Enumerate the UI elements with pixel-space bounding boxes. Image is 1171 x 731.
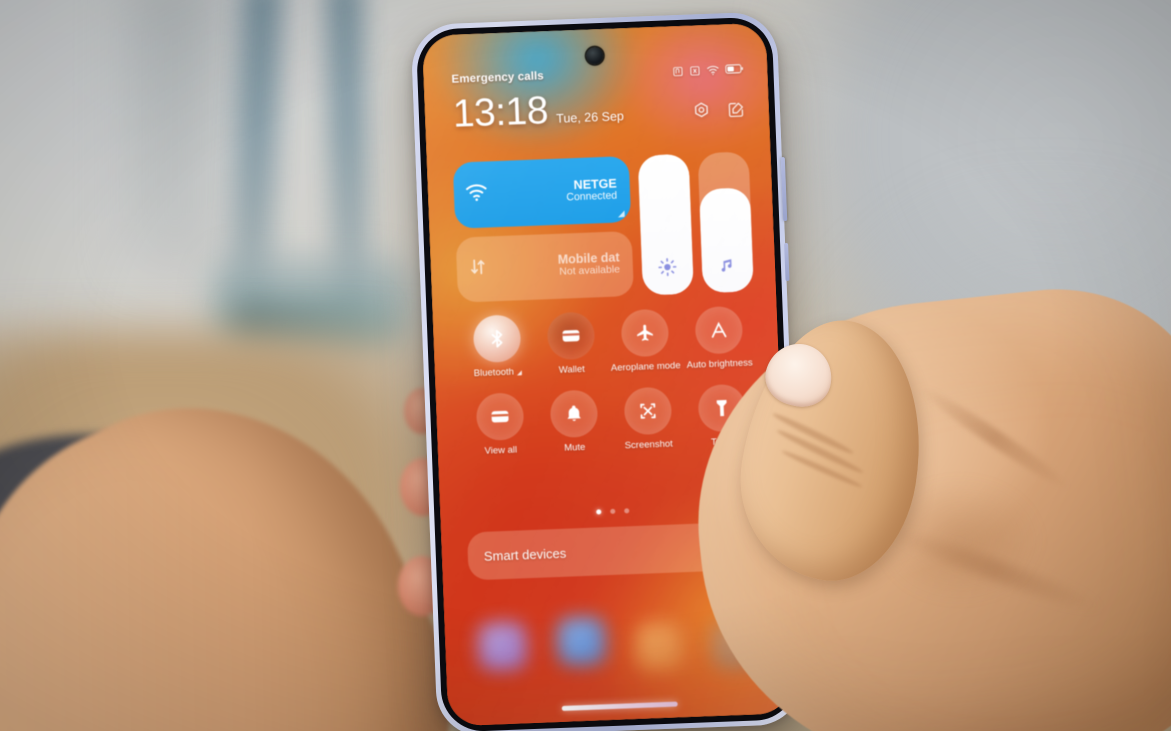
toggle-view-all-label: View all <box>484 444 518 457</box>
wifi-icon <box>465 182 489 207</box>
expand-arrow-icon[interactable] <box>516 370 523 376</box>
toggle-aeroplane-label: Aeroplane mode <box>610 360 681 375</box>
tile-mobile-data-text: Mobile dat Not available <box>496 251 622 282</box>
toggle-screenshot[interactable]: Screenshot <box>610 386 686 453</box>
toggle-label-text: Auto brightness <box>686 357 753 371</box>
tile-wifi-text: NETGE Connected <box>496 176 619 206</box>
background-stripe <box>130 0 220 270</box>
gear-icon[interactable] <box>692 101 712 121</box>
wallet-icon <box>475 392 524 441</box>
clock-time: 13:18 <box>452 89 549 136</box>
clock-date: Tue, 26 Sep <box>555 109 625 126</box>
tile-mobile-data-subtitle: Not available <box>559 263 621 279</box>
bluetooth-icon <box>472 314 521 364</box>
vibrate-icon <box>690 65 700 76</box>
data-transfer-icon <box>467 256 488 282</box>
page-dot[interactable] <box>609 508 615 514</box>
nfc-icon <box>673 66 683 76</box>
music-note-icon <box>718 255 738 280</box>
toggle-label-text: Bluetooth <box>473 366 515 380</box>
clock-row: 13:18 Tue, 26 Sep <box>452 84 746 136</box>
toggle-bluetooth-label: Bluetooth <box>474 367 523 380</box>
auto-brightness-icon <box>693 305 743 355</box>
wallet-icon <box>546 311 595 361</box>
toggle-aeroplane-mode[interactable]: Aeroplane mode <box>607 308 683 375</box>
brightness-slider[interactable] <box>637 153 694 296</box>
toggle-bluetooth[interactable]: Bluetooth <box>459 314 535 381</box>
toggle-screenshot-label: Screenshot <box>624 438 673 452</box>
toggle-grid: Bluetooth Wallet Aeroplane mode Auto bri… <box>459 305 760 458</box>
tile-wifi[interactable]: NETGE Connected <box>452 156 632 229</box>
toggle-label-text: Wallet <box>558 363 586 376</box>
screenshot-icon <box>623 386 672 436</box>
toggle-view-all[interactable]: View all <box>462 392 538 459</box>
toggle-label-text: Mute <box>564 441 586 454</box>
edit-icon[interactable] <box>727 100 746 119</box>
volume-slider[interactable] <box>697 151 754 294</box>
carrier-label: Emergency calls <box>451 70 545 86</box>
clock-block: 13:18 Tue, 26 Sep <box>452 88 625 136</box>
expand-arrow-icon[interactable] <box>617 209 625 217</box>
bell-icon <box>549 389 598 439</box>
brightness-icon <box>658 257 678 282</box>
toggle-mute[interactable]: Mute <box>536 389 612 456</box>
tile-wifi-subtitle: Connected <box>566 189 618 204</box>
status-icons <box>672 63 743 77</box>
smart-devices-label: Smart devices <box>483 545 567 564</box>
toggle-label-text: View all <box>484 444 518 457</box>
wifi-icon <box>707 65 719 75</box>
header-actions <box>692 100 746 125</box>
connectivity-tiles: NETGE Connected Mobile dat Not available <box>452 156 635 303</box>
toggle-auto-brightness-label: Auto brightness <box>686 357 753 371</box>
airplane-icon <box>620 308 669 358</box>
page-dot-active[interactable] <box>595 509 601 515</box>
toggle-label-text: Screenshot <box>624 438 673 452</box>
big-tiles-row: NETGE Connected Mobile dat Not available <box>452 151 754 303</box>
toggle-label-text: Aeroplane mode <box>610 360 681 374</box>
photo-scene: Emergency calls 13:18 Tue, 26 Sep NETGE … <box>0 0 1171 731</box>
toggle-auto-brightness[interactable]: Auto brightness <box>681 305 757 372</box>
page-dot[interactable] <box>623 508 629 514</box>
toggle-mute-label: Mute <box>564 441 586 455</box>
toggle-wallet-label: Wallet <box>558 363 586 377</box>
battery-icon <box>725 64 743 74</box>
toggle-wallet[interactable]: Wallet <box>533 311 609 378</box>
tile-mobile-data[interactable]: Mobile dat Not available <box>455 230 635 303</box>
